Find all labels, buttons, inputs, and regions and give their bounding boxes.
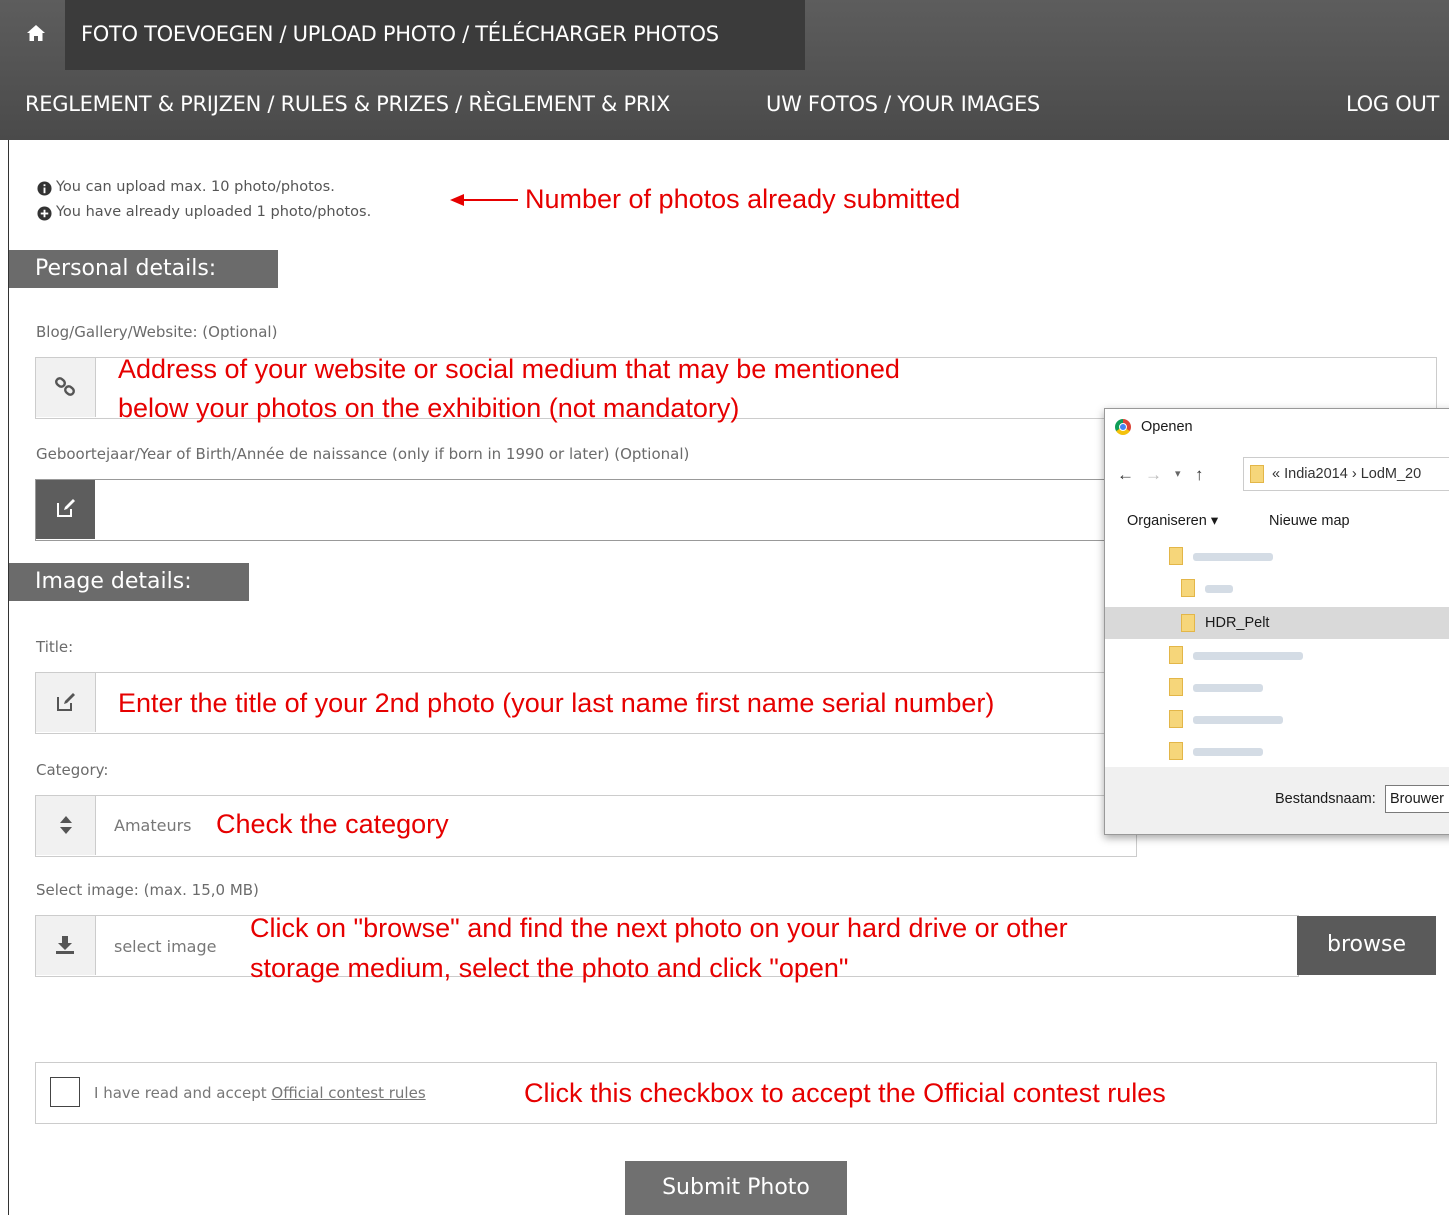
path-prefix: « bbox=[1272, 466, 1281, 482]
annotation-checkbox: Click this checkbox to accept the Offici… bbox=[524, 1078, 1166, 1108]
nav-upload-label[interactable]: FOTO TOEVOEGEN / UPLOAD PHOTO / TÉLÉCHAR… bbox=[81, 22, 719, 46]
annotation-browse-line1: Click on "browse" and find the next phot… bbox=[250, 913, 1068, 943]
title-label: Title: bbox=[36, 638, 74, 656]
max-photos-info: You can upload max. 10 photo/photos. bbox=[56, 179, 335, 195]
path-separator: › bbox=[1351, 466, 1357, 482]
selected-folder-row[interactable] bbox=[1105, 607, 1449, 639]
blurred-folder-name bbox=[1193, 716, 1283, 724]
new-folder-button[interactable]: Nieuwe map bbox=[1269, 513, 1350, 529]
folder-icon bbox=[1169, 547, 1183, 565]
select-image-placeholder: select image bbox=[114, 937, 217, 956]
blurred-folder-name bbox=[1193, 748, 1263, 756]
birth-year-label: Geboortejaar/Year of Birth/Année de nais… bbox=[36, 445, 690, 463]
accept-rules-prefix: I have read and accept bbox=[94, 1084, 267, 1102]
folder-icon bbox=[1169, 742, 1183, 760]
arrow-left-icon bbox=[450, 194, 518, 206]
open-file-dialog: Openen ← → ▾ ↑ « India2014 › LodM_20 Org… bbox=[1104, 408, 1449, 835]
selected-folder-name[interactable]: HDR_Pelt bbox=[1205, 615, 1269, 631]
home-icon[interactable] bbox=[25, 22, 47, 44]
up-arrow-icon[interactable]: ↑ bbox=[1195, 465, 1204, 485]
blurred-folder-name bbox=[1193, 652, 1303, 660]
annotation-category: Check the category bbox=[216, 809, 449, 839]
birth-year-input[interactable] bbox=[35, 479, 1137, 541]
nav-rules-link[interactable]: REGLEMENT & PRIJZEN / RULES & PRIZES / R… bbox=[25, 92, 670, 116]
folder-icon bbox=[1181, 614, 1195, 632]
forward-arrow-icon[interactable]: → bbox=[1145, 465, 1162, 485]
nav-your-images-link[interactable]: UW FOTOS / YOUR IMAGES bbox=[766, 92, 1040, 116]
annotation-title: Enter the title of your 2nd photo (your … bbox=[118, 688, 995, 718]
folder-icon bbox=[1169, 678, 1183, 696]
browse-button[interactable]: browse bbox=[1297, 916, 1436, 975]
path-segment-2[interactable]: LodM_20 bbox=[1361, 466, 1421, 482]
blurred-folder-name bbox=[1193, 684, 1263, 692]
submit-photo-button[interactable]: Submit Photo bbox=[625, 1161, 847, 1215]
filename-input[interactable]: Brouwer bbox=[1385, 785, 1449, 813]
uploaded-photos-info: You have already uploaded 1 photo/photos… bbox=[56, 204, 372, 220]
organise-menu[interactable]: Organiseren ▾ bbox=[1127, 513, 1218, 529]
page-left-border bbox=[8, 140, 9, 1215]
select-image-label: Select image: (max. 15,0 MB) bbox=[36, 881, 259, 899]
category-select[interactable] bbox=[35, 795, 1137, 857]
category-label: Category: bbox=[36, 761, 109, 779]
category-value: Amateurs bbox=[114, 816, 192, 835]
chrome-icon bbox=[1115, 419, 1131, 435]
folder-icon bbox=[1169, 710, 1183, 728]
edit-icon bbox=[57, 693, 75, 711]
official-rules-link[interactable]: Official contest rules bbox=[271, 1084, 425, 1102]
blurred-folder-name bbox=[1205, 585, 1233, 593]
annotation-browse-line2: storage medium, select the photo and cli… bbox=[250, 953, 849, 983]
info-icon bbox=[37, 181, 52, 196]
website-label: Blog/Gallery/Website: (Optional) bbox=[36, 323, 278, 341]
download-icon bbox=[56, 936, 74, 954]
history-chevron-icon[interactable]: ▾ bbox=[1175, 467, 1181, 480]
accept-rules-text: I have read and accept Official contest … bbox=[94, 1084, 426, 1102]
annotation-website-line1: Address of your website or social medium… bbox=[118, 354, 900, 384]
back-arrow-icon[interactable]: ← bbox=[1117, 465, 1134, 485]
folder-icon bbox=[1169, 646, 1183, 664]
sort-icon bbox=[60, 816, 72, 834]
annotation-submitted: Number of photos already submitted bbox=[525, 184, 961, 214]
personal-details-heading: Personal details: bbox=[9, 250, 278, 288]
edit-icon bbox=[57, 499, 75, 517]
path-segment-1[interactable]: India2014 bbox=[1284, 466, 1348, 482]
blurred-folder-name bbox=[1193, 553, 1273, 561]
link-icon bbox=[55, 377, 75, 396]
annotation-website-line2: below your photos on the exhibition (not… bbox=[118, 393, 740, 423]
dialog-title: Openen bbox=[1141, 419, 1193, 435]
folder-icon bbox=[1250, 465, 1264, 483]
image-details-heading: Image details: bbox=[9, 563, 249, 601]
filename-label: Bestandsnaam: bbox=[1275, 791, 1376, 807]
plus-circle-icon bbox=[37, 206, 52, 221]
filename-value: Brouwer bbox=[1390, 791, 1444, 807]
address-path: « India2014 › LodM_20 bbox=[1272, 466, 1421, 482]
accept-rules-checkbox[interactable] bbox=[50, 1077, 80, 1107]
folder-icon bbox=[1181, 579, 1195, 597]
nav-logout-link[interactable]: LOG OUT bbox=[1346, 92, 1439, 116]
